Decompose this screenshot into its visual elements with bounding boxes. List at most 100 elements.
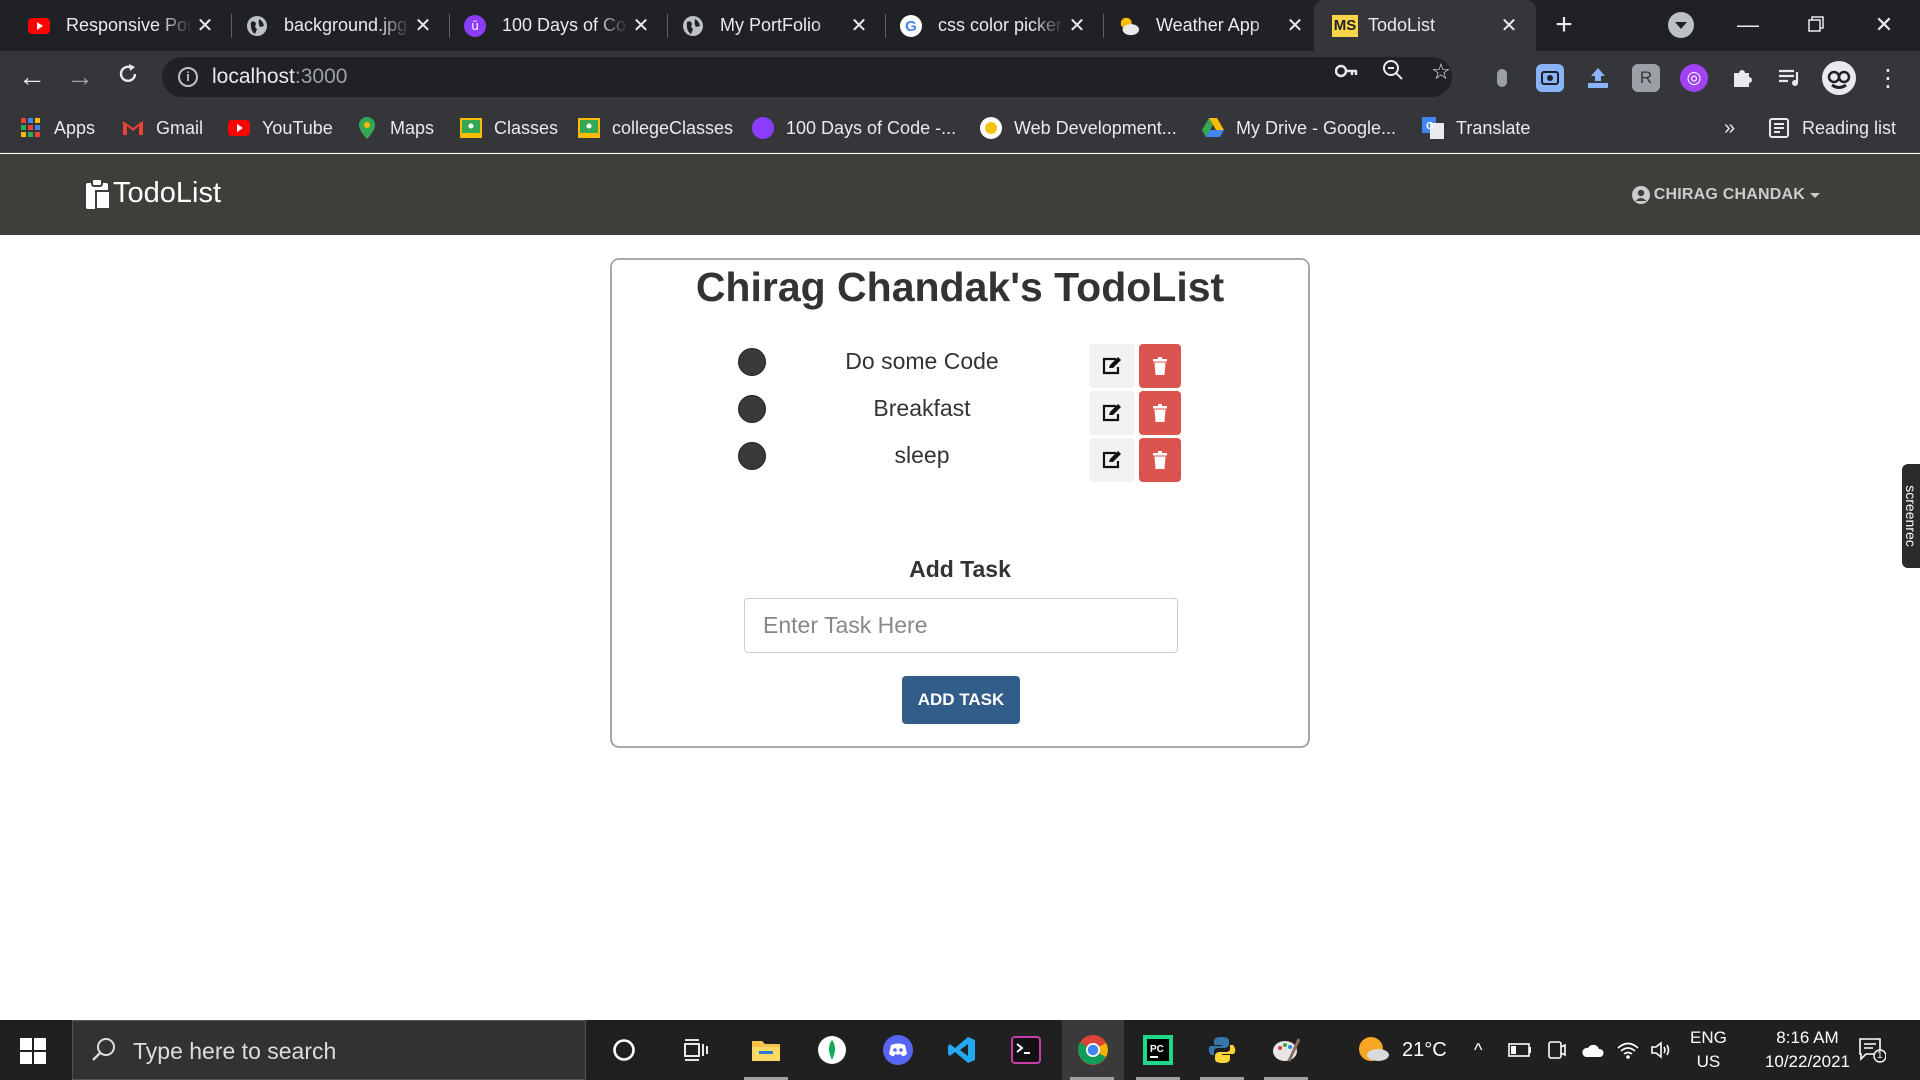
reload-button[interactable] (110, 59, 146, 95)
bookmark-classes[interactable]: Classes (460, 103, 558, 153)
mongodb-compass-icon[interactable] (802, 1020, 862, 1080)
forward-button[interactable]: → (62, 59, 98, 95)
system-clock[interactable]: 8:16 AM 10/22/2021 (1765, 1026, 1850, 1074)
python-icon[interactable] (1192, 1020, 1252, 1080)
youtube-icon (228, 117, 250, 139)
bookmark-youtube[interactable]: YouTube (228, 103, 333, 153)
weather-widget[interactable]: 21°C (1356, 1020, 1447, 1080)
restore-button[interactable] (1796, 8, 1836, 42)
color-extension-icon[interactable]: ◎ (1680, 64, 1708, 92)
task-view-icon[interactable] (666, 1020, 726, 1080)
edit-button[interactable] (1089, 438, 1135, 482)
minimize-button[interactable]: — (1728, 8, 1768, 42)
chrome-icon[interactable] (1062, 1020, 1124, 1080)
notes-extension-icon[interactable]: R (1632, 64, 1660, 92)
file-explorer-icon[interactable] (736, 1020, 796, 1080)
weather-sun-icon (1359, 1037, 1389, 1061)
bookmarks-bar: Apps Gmail YouTube Maps Classes collegeC… (0, 103, 1920, 153)
star-icon[interactable]: ☆ (1428, 59, 1454, 85)
close-icon[interactable]: ✕ (1064, 13, 1090, 38)
action-center-button[interactable]: 1 (1858, 1020, 1886, 1080)
terminal-icon[interactable] (996, 1020, 1056, 1080)
todo-list-title: Chirag Chandak's TodoList (695, 264, 1225, 310)
todo-card: Chirag Chandak's TodoList Do some Code B… (610, 258, 1310, 748)
reading-list-button[interactable]: Reading list (1768, 103, 1896, 153)
puzzle-icon[interactable] (1728, 64, 1756, 92)
screen-capture-icon[interactable] (1536, 64, 1564, 92)
wifi-icon[interactable] (1616, 1020, 1640, 1080)
address-url: localhost:3000 (212, 65, 347, 89)
volume-icon[interactable] (1650, 1020, 1674, 1080)
bookmark-label: 100 Days of Code -... (786, 117, 957, 138)
tab-100-days-of-code[interactable]: ü 100 Days of Co ✕ (436, 0, 668, 51)
bookmarks-overflow-button[interactable]: » (1724, 103, 1735, 153)
close-icon[interactable]: ✕ (1496, 13, 1522, 38)
bookmark-collegeclasses[interactable]: collegeClasses (578, 103, 733, 153)
taskbar-search-box[interactable]: Type here to search (72, 1020, 586, 1080)
upload-icon[interactable] (1584, 64, 1612, 92)
close-icon[interactable]: ✕ (192, 13, 218, 38)
notification-count: 1 (1877, 1050, 1883, 1061)
task-input[interactable] (744, 598, 1178, 653)
address-bar[interactable]: i localhost:3000 (162, 57, 1452, 97)
more-menu-icon[interactable]: ⋮ (1874, 64, 1902, 92)
edit-icon (1102, 357, 1121, 375)
paint-icon[interactable] (1256, 1020, 1316, 1080)
todo-checkbox[interactable] (738, 348, 766, 376)
extension-icon[interactable] (1488, 64, 1516, 92)
discord-icon[interactable] (868, 1020, 928, 1080)
tab-search-button[interactable] (1668, 12, 1694, 38)
delete-button[interactable] (1139, 438, 1181, 482)
key-icon[interactable] (1334, 59, 1360, 85)
close-icon[interactable]: ✕ (1282, 13, 1308, 38)
media-control-icon[interactable] (1776, 64, 1804, 92)
close-icon[interactable]: ✕ (410, 13, 436, 38)
close-icon[interactable]: ✕ (628, 13, 654, 38)
bookmark-web-development[interactable]: Web Development... (980, 103, 1177, 153)
tab-css-color-picker[interactable]: G css color picker ✕ (872, 0, 1104, 51)
tab-background-jpg[interactable]: background.jpg ✕ (218, 0, 450, 51)
windows-start-icon[interactable] (20, 1038, 46, 1064)
bookmark-maps[interactable]: Maps (356, 103, 434, 153)
apps-icon (20, 117, 42, 139)
profile-avatar[interactable] (1822, 61, 1856, 95)
add-task-button[interactable]: ADD TASK (902, 676, 1020, 724)
todo-item: Do some Code (612, 334, 1308, 388)
bookmark-apps[interactable]: Apps (20, 103, 95, 153)
user-menu-dropdown[interactable]: CHIRAG CHANDAK (1631, 186, 1820, 204)
battery-icon[interactable] (1508, 1020, 1532, 1080)
todo-checkbox[interactable] (738, 395, 766, 423)
vscode-icon[interactable] (932, 1020, 992, 1080)
caret-down-icon (1810, 192, 1820, 198)
show-hidden-icons-button[interactable]: ^ (1474, 1020, 1482, 1080)
site-info-icon[interactable]: i (178, 67, 198, 87)
screenrec-widget[interactable]: screenrec (1902, 464, 1920, 568)
bookmark-label: My Drive - Google... (1236, 117, 1397, 138)
bookmark-100-days-of-code[interactable]: 100 Days of Code -... (752, 103, 956, 153)
tab-my-portfolio[interactable]: My PortFolio ✕ (654, 0, 886, 51)
back-button[interactable]: ← (14, 59, 50, 95)
cortana-icon[interactable] (594, 1020, 654, 1080)
bookmark-gmail[interactable]: Gmail (122, 103, 203, 153)
bookmark-my-drive[interactable]: My Drive - Google... (1202, 103, 1396, 153)
meet-now-icon[interactable] (1546, 1020, 1566, 1080)
weather-icon (1118, 15, 1140, 37)
close-icon[interactable]: ✕ (846, 13, 872, 38)
tab-title: css color picker (938, 15, 1063, 35)
bookmark-translate[interactable]: G Translate (1422, 103, 1530, 153)
tab-weather-app[interactable]: Weather App ✕ (1090, 0, 1322, 51)
new-tab-button[interactable]: + (1546, 8, 1582, 44)
todo-item-text: sleep (894, 442, 950, 468)
close-window-button[interactable]: ✕ (1864, 8, 1904, 42)
pycharm-icon[interactable]: PC (1128, 1020, 1188, 1080)
navbar-brand[interactable]: TodoList (86, 177, 221, 210)
bookmark-label: Translate (1456, 117, 1531, 138)
zoom-icon[interactable] (1380, 59, 1406, 85)
onedrive-icon[interactable] (1580, 1020, 1604, 1080)
tab-responsive-portfolio[interactable]: Responsive Por ✕ (0, 0, 232, 51)
tab-todolist[interactable]: MS TodoList ✕ (1314, 0, 1536, 51)
udemy-icon (980, 117, 1002, 139)
todo-checkbox[interactable] (738, 442, 766, 470)
reading-list-label: Reading list (1802, 117, 1897, 138)
input-language-indicator[interactable]: ENG US (1690, 1026, 1727, 1074)
